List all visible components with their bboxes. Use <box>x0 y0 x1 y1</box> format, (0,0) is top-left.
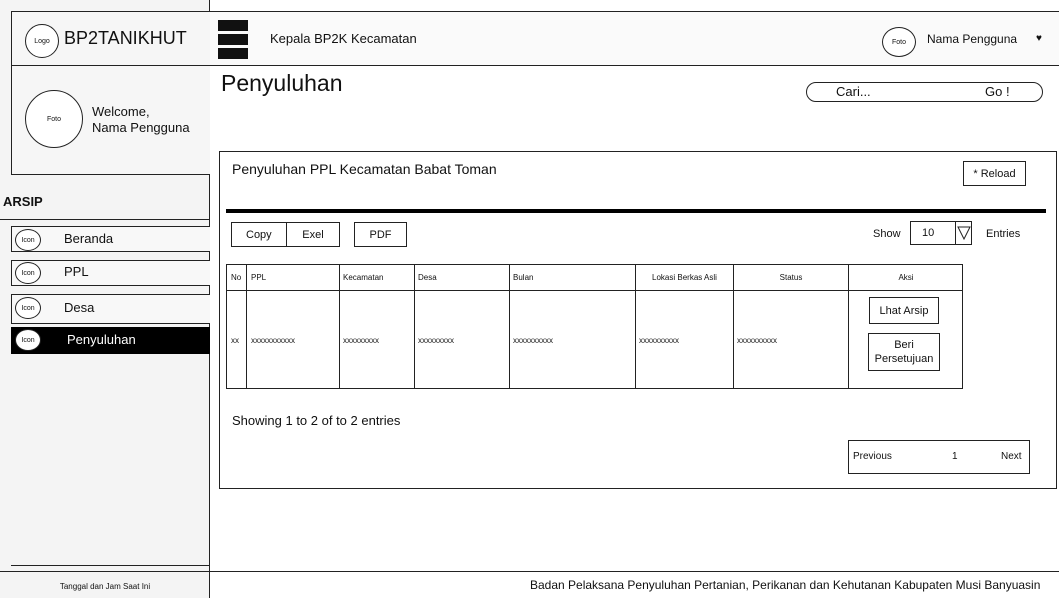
entries-label: Entries <box>986 228 1021 240</box>
entries-select-value: 10 <box>922 227 935 239</box>
table-header-divider <box>226 290 963 291</box>
column-header-no[interactable]: No <box>228 264 241 290</box>
divider <box>246 264 247 389</box>
footer-org-name: Badan Pelaksana Penyuluhan Pertanian, Pe… <box>530 578 1041 592</box>
column-header-lokasi[interactable]: Lokasi Berkas Asli <box>636 264 733 290</box>
column-header-status[interactable]: Status <box>734 264 848 290</box>
sidebar-item-label: PPL <box>64 264 89 279</box>
user-menu-dropdown-icon[interactable]: ♥ <box>1036 33 1042 44</box>
welcome-text: Welcome, <box>92 104 150 119</box>
desa-icon: Icon <box>15 297 41 319</box>
column-header-desa[interactable]: Desa <box>415 264 437 290</box>
search-input[interactable]: Cari... <box>836 84 871 99</box>
cell-no: xx <box>231 335 239 345</box>
pagination-next[interactable]: Next <box>1001 451 1022 462</box>
page-title: Penyuluhan <box>221 70 343 96</box>
ppl-icon: Icon <box>15 262 41 284</box>
beranda-icon: Icon <box>15 229 41 251</box>
pagination-page-1[interactable]: 1 <box>952 451 958 462</box>
cell-kecamatan: xxxxxxxxx <box>343 335 379 345</box>
cell-desa: xxxxxxxxx <box>418 335 454 345</box>
approve-label-line2: Persetujuan <box>874 353 934 365</box>
header-user-photo[interactable]: Foto <box>882 27 916 57</box>
copy-button[interactable]: Copy <box>246 229 272 241</box>
menu-toggle-icon[interactable] <box>218 20 248 60</box>
show-label: Show <box>873 228 901 240</box>
cell-status: xxxxxxxxxx <box>737 335 777 345</box>
sidebar-item-label: Beranda <box>64 231 114 246</box>
column-header-aksi: Aksi <box>898 272 914 282</box>
divider <box>11 565 210 566</box>
approve-label-line1: Beri <box>894 339 914 351</box>
search-go-button[interactable]: Go ! <box>985 84 1010 99</box>
user-photo: Foto <box>25 90 83 148</box>
penyuluhan-icon: Icon <box>15 329 41 351</box>
sidebar-item-label: Desa <box>64 300 95 315</box>
excel-button[interactable]: Exel <box>286 222 340 247</box>
sidebar-section-title: ARSIP <box>3 194 43 209</box>
approve-button[interactable]: Beri Persetujuan <box>868 333 940 371</box>
divider <box>210 571 1059 572</box>
divider <box>0 219 210 220</box>
logo: Logo <box>25 24 59 58</box>
column-header-ppl[interactable]: PPL <box>248 264 266 290</box>
sidebar-item-label: Penyuluhan <box>67 332 136 347</box>
table-info: Showing 1 to 2 of to 2 entries <box>232 413 401 428</box>
column-header-bulan[interactable]: Bulan <box>510 264 533 290</box>
pdf-button[interactable]: PDF <box>354 222 407 247</box>
chevron-down-icon[interactable] <box>957 225 971 241</box>
divider <box>955 221 956 245</box>
header-user-name[interactable]: Nama Pengguna <box>927 32 1017 46</box>
brand-name[interactable]: BP2TANIKHUT <box>64 28 187 49</box>
view-archive-button[interactable]: Lhat Arsip <box>869 297 939 324</box>
cell-bulan: xxxxxxxxxx <box>513 335 553 345</box>
cell-ppl: xxxxxxxxxxx <box>251 335 295 345</box>
welcome-user-name: Nama Pengguna <box>92 120 190 135</box>
panel-title: Penyuluhan PPL Kecamatan Babat Toman <box>232 161 497 177</box>
column-header-kecamatan[interactable]: Kecamatan <box>340 264 383 290</box>
pagination-previous[interactable]: Previous <box>853 451 892 462</box>
cell-lokasi: xxxxxxxxxx <box>639 335 679 345</box>
datetime-text: Tanggal dan Jam Saat Ini <box>59 582 151 591</box>
panel-divider <box>226 209 1046 213</box>
reload-button[interactable]: * Reload <box>963 161 1026 186</box>
role-title: Kepala BP2K Kecamatan <box>270 31 417 46</box>
